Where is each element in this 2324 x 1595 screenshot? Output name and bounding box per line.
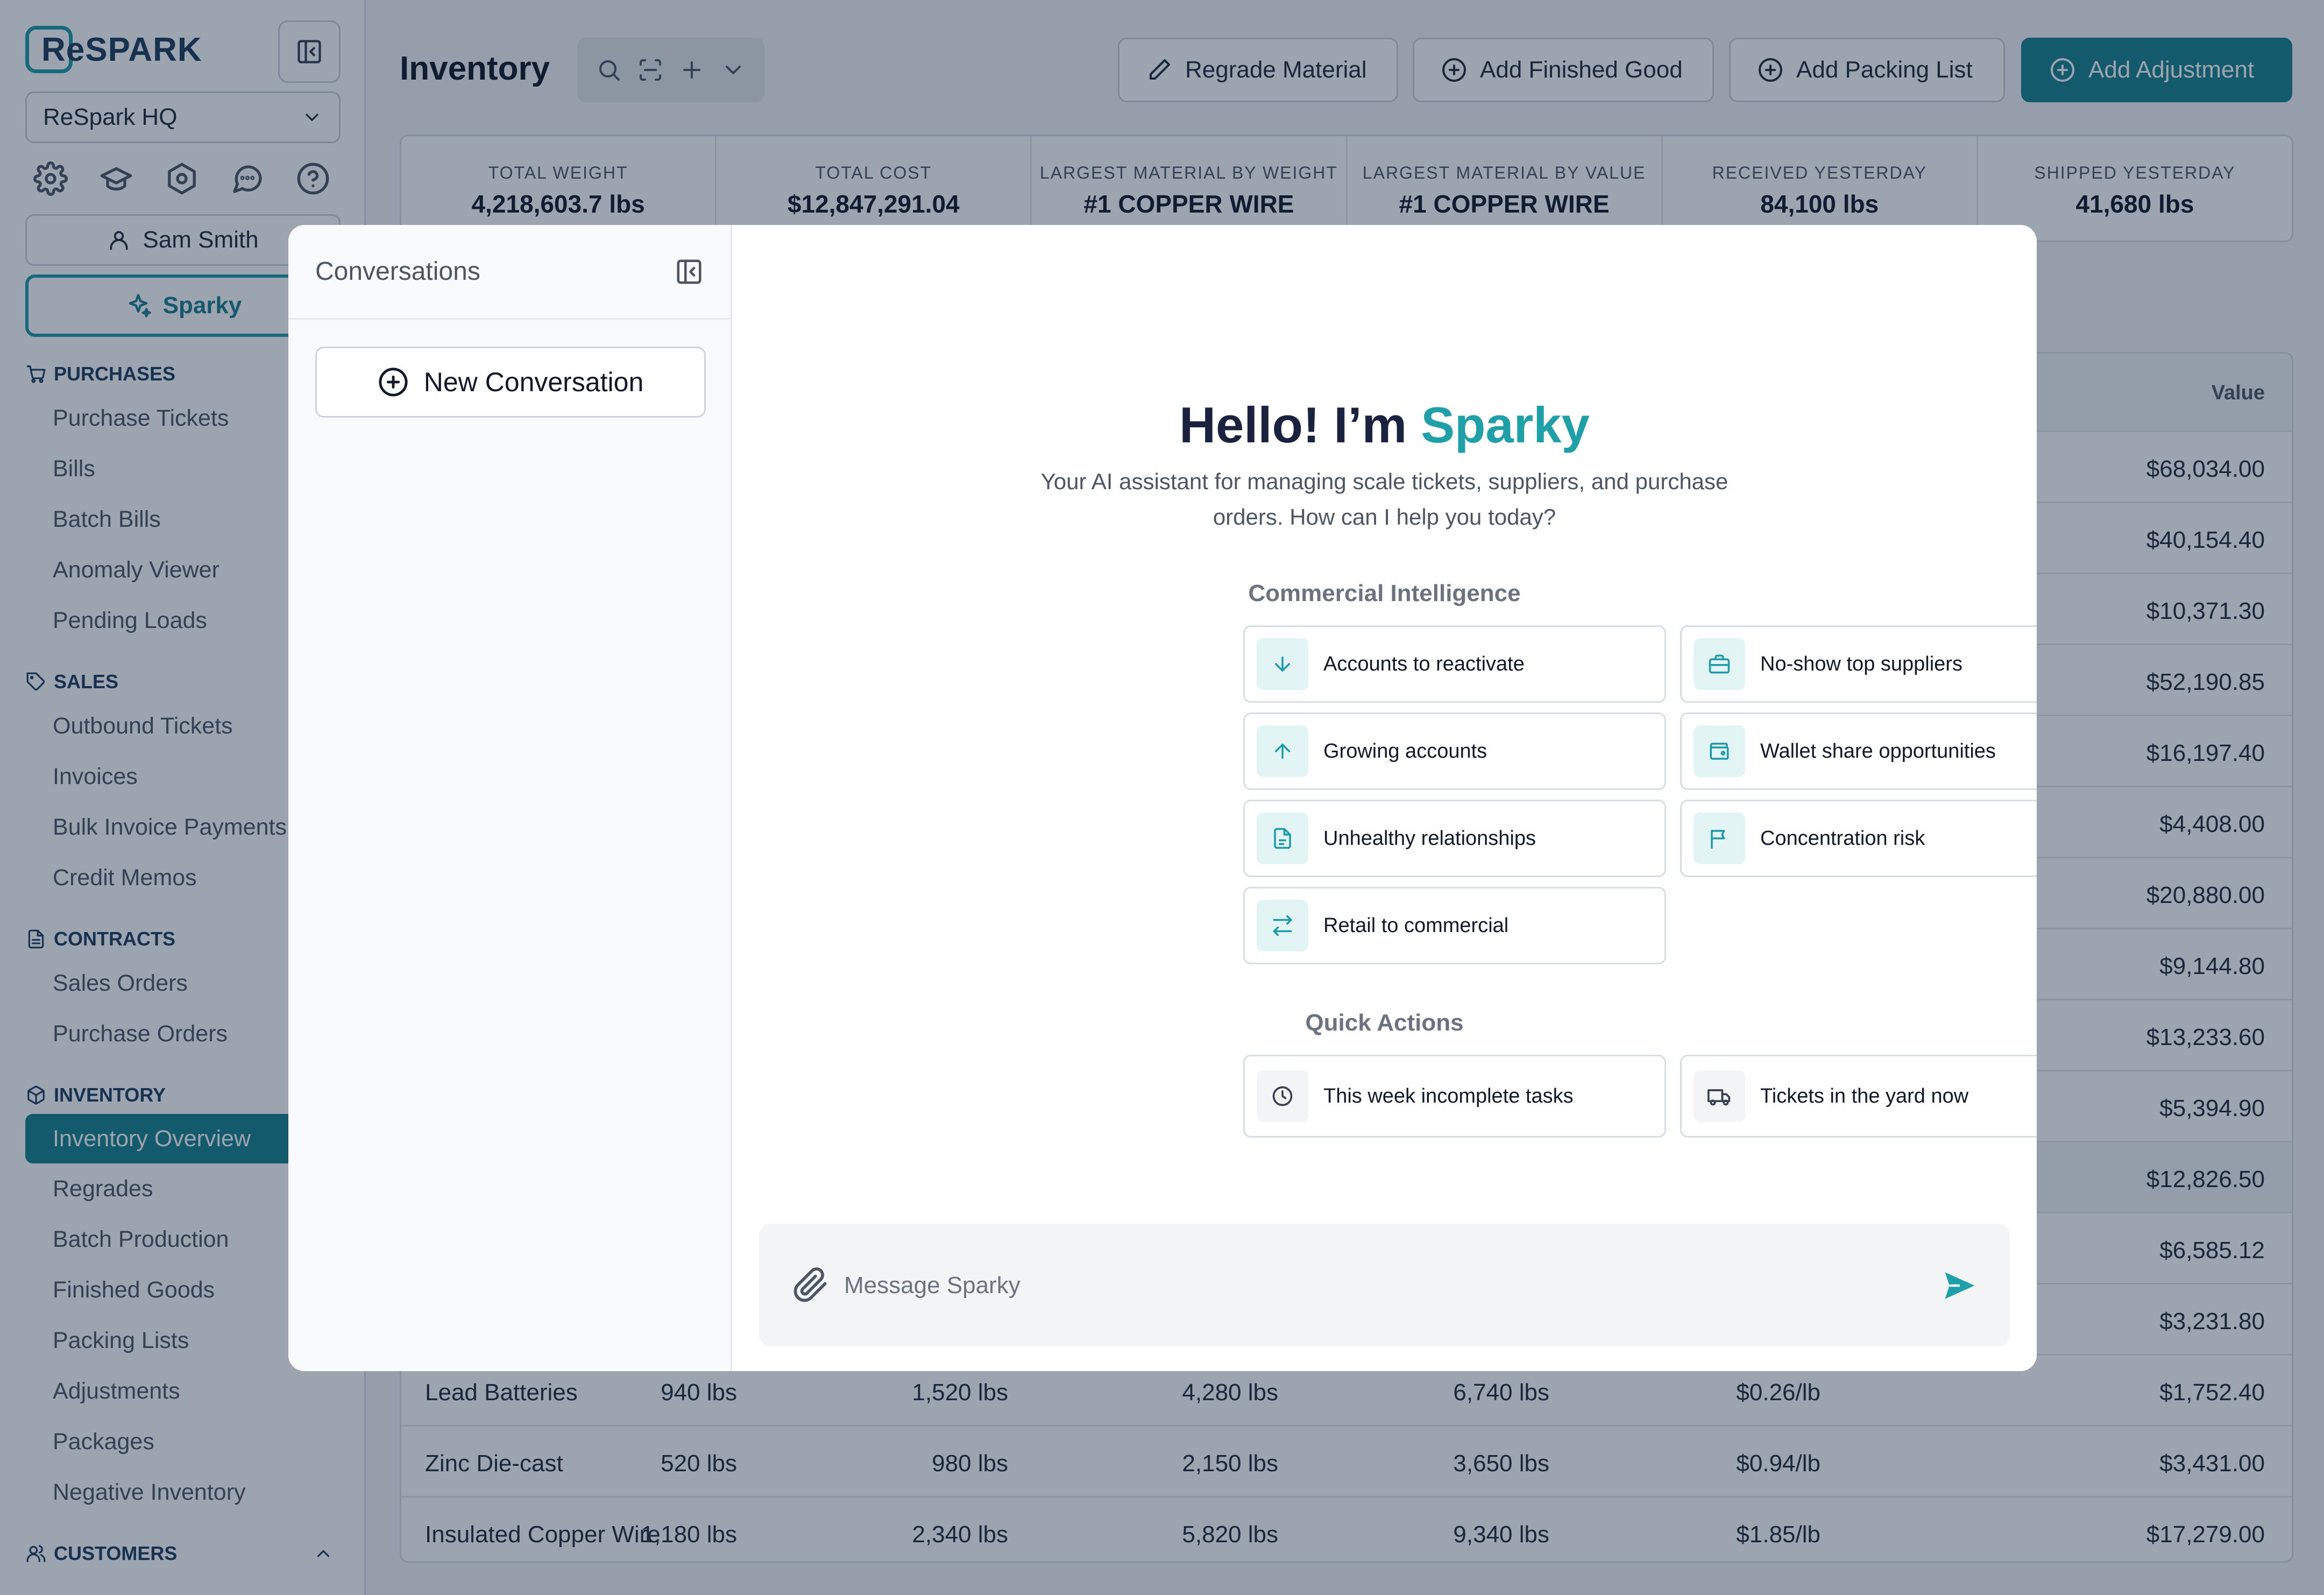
suggestion-retail-to-commercial[interactable]: Retail to commercial <box>1243 887 1666 964</box>
quick-action-label: Tickets in the yard now <box>1760 1084 1969 1107</box>
suggestion-growing-accounts[interactable]: Growing accounts <box>1243 712 1666 790</box>
arrow-up-icon <box>1275 744 1290 759</box>
suggestion-label: Accounts to reactivate <box>1323 652 1525 675</box>
swap-arrows-icon <box>1273 915 1292 936</box>
suggestion-accounts-to-reactivate[interactable]: Accounts to reactivate <box>1243 625 1666 703</box>
quick-action-incomplete-tasks[interactable]: This week incomplete tasks <box>1243 1055 1666 1138</box>
send-icon[interactable] <box>1942 1268 1978 1303</box>
suggestion-unhealthy-relationships[interactable]: Unhealthy relationships <box>1243 800 1666 877</box>
greeting-heading: Hello! I’m Sparky <box>732 396 2037 454</box>
greeting-name: Sparky <box>1421 397 1590 453</box>
suggestion-concentration-risk[interactable]: Concentration risk <box>1680 800 2037 877</box>
wallet-icon <box>1710 743 1729 760</box>
briefcase-icon <box>1709 654 1730 674</box>
plus-circle-icon <box>379 368 408 397</box>
greeting-text: Hello! I’m <box>1179 397 1421 453</box>
truck-icon <box>1707 1089 1731 1106</box>
greeting-subtitle: Your AI assistant for managing scale tic… <box>1040 469 1728 530</box>
suggestion-wallet-share-opportunities[interactable]: Wallet share opportunities <box>1680 712 2037 790</box>
suggestion-label: Retail to commercial <box>1323 914 1509 937</box>
suggestion-label: Wallet share opportunities <box>1760 739 1996 763</box>
suggestion-label: No-show top suppliers <box>1760 652 1962 675</box>
clock-icon <box>1272 1086 1293 1106</box>
panel-collapse-icon[interactable] <box>675 257 704 286</box>
suggestion-label: Growing accounts <box>1323 739 1487 763</box>
message-composer <box>759 1224 2010 1346</box>
suggestion-label: Unhealthy relationships <box>1323 827 1536 850</box>
new-conversation-button[interactable]: New Conversation <box>315 347 706 418</box>
chat-area: Hello! I’m Sparky Your AI assistant for … <box>732 225 2037 1371</box>
quick-action-label: This week incomplete tasks <box>1323 1084 1574 1107</box>
conversations-panel: Conversations New Conversation <box>288 225 732 1371</box>
file-alert-icon <box>1274 828 1291 849</box>
message-input[interactable] <box>844 1256 1893 1315</box>
suggestion-label: Concentration risk <box>1760 827 1925 850</box>
suggestion-no-show-top-suppliers[interactable]: No-show top suppliers <box>1680 625 2037 703</box>
sparky-modal: Conversations New Conversation Hello! I’… <box>288 225 2037 1371</box>
arrow-down-icon <box>1275 657 1290 672</box>
conversations-title: Conversations <box>315 257 480 286</box>
flag-icon <box>1711 830 1725 849</box>
new-conversation-label: New Conversation <box>423 367 644 397</box>
quick-action-tickets-in-yard[interactable]: Tickets in the yard now <box>1680 1055 2037 1138</box>
quick-actions-title: Quick Actions <box>1305 1010 1464 1036</box>
conversations-header: Conversations <box>288 225 731 320</box>
commercial-intelligence-title: Commercial Intelligence <box>1248 580 1521 606</box>
paperclip-icon[interactable] <box>792 1267 829 1303</box>
